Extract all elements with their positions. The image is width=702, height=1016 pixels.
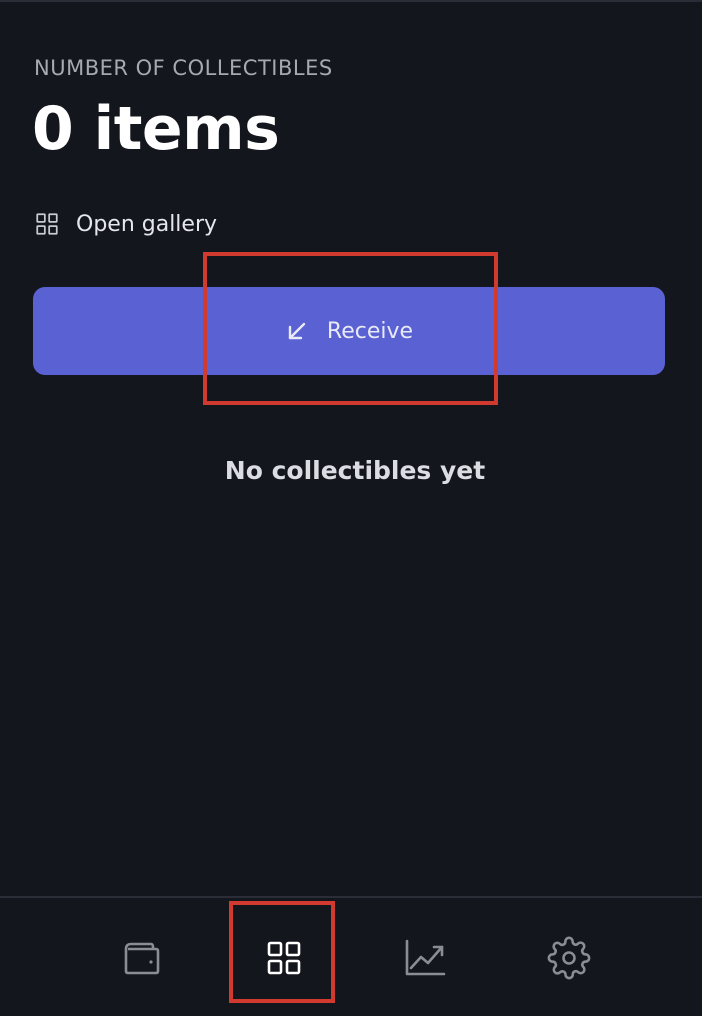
nav-collectibles[interactable] [260,934,308,982]
grid-icon [36,213,58,235]
collectibles-screen: NUMBER OF COLLECTIBLES 0 items Open gall… [0,0,702,1016]
receive-button[interactable]: Receive [33,287,665,375]
open-gallery-label: Open gallery [76,211,218,237]
arrow-down-left-icon [288,322,306,340]
nav-settings[interactable] [545,934,593,982]
collectibles-count-value: 0 items [32,94,280,164]
grid-icon [267,941,301,975]
top-divider [0,0,702,2]
empty-state-message: No collectibles yet [224,456,486,485]
chart-icon [405,939,446,976]
bottom-nav [0,896,702,1016]
collectibles-count-label: NUMBER OF COLLECTIBLES [34,56,333,80]
nav-chart[interactable] [401,934,449,982]
open-gallery-link[interactable]: Open gallery [34,206,217,242]
gear-icon [547,936,591,980]
nav-wallet[interactable] [118,934,166,982]
receive-label: Receive [326,318,414,344]
wallet-icon [124,942,160,975]
